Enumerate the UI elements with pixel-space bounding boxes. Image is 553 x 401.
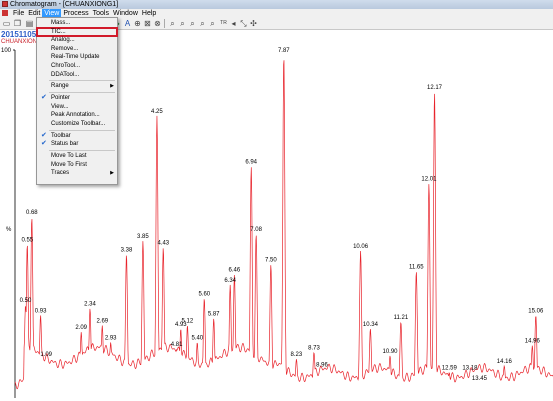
peak-label: 0.68 — [26, 210, 38, 216]
view-menu-item-chrotool[interactable]: ChroTool... — [37, 62, 117, 70]
peak-label: 15.06 — [528, 308, 544, 314]
peak-label: 14.16 — [497, 359, 513, 365]
peak-label: 13.45 — [472, 376, 488, 382]
peak-label: 4.43 — [157, 241, 169, 247]
peak-label: 11.21 — [394, 315, 409, 321]
submenu-arrow-icon: ▶ — [110, 83, 114, 90]
menu-item-label: Remove... — [51, 45, 79, 52]
menu-separator — [49, 80, 115, 82]
menu-item-label: View... — [51, 103, 69, 110]
view-menu-item-mass[interactable]: Mass... — [37, 19, 117, 27]
submenu-arrow-icon: ▶ — [110, 170, 114, 177]
menu-item-label: Analog... — [51, 37, 75, 44]
checkmark-icon: ✔ — [41, 94, 47, 102]
peak-label: 0.93 — [35, 308, 47, 314]
peak-label: 7.50 — [265, 258, 277, 264]
peak-label: 11.65 — [409, 264, 424, 270]
menu-item-label: ChroTool... — [51, 63, 81, 69]
menu-item-label: Mass... — [51, 20, 71, 26]
view-menu-item-move-to-first[interactable]: Move To First — [37, 161, 117, 169]
menu-separator — [49, 150, 115, 151]
view-menu-item-pointer[interactable]: ✔ Pointer — [37, 94, 117, 102]
peak-label: 6.34 — [224, 278, 236, 284]
view-menu-item-status-bar[interactable]: ✔ Status bar — [37, 140, 117, 148]
menu-item-label: Move To First — [51, 161, 87, 168]
peak-label: 2.34 — [84, 302, 96, 308]
peak-label: 8.73 — [308, 345, 320, 351]
menu-item-label: Peak Annotation... — [51, 112, 100, 119]
peak-label: 5.60 — [198, 291, 210, 297]
view-menu-item-toolbar[interactable]: ✔ Toolbar — [37, 132, 117, 140]
peak-label: 5.40 — [191, 335, 203, 341]
peak-label: 6.94 — [245, 160, 257, 166]
menu-item-label: Real-Time Update — [51, 54, 100, 61]
peak-label: 2.09 — [75, 325, 87, 331]
view-menu-item-real-time-update[interactable]: Real-Time Update — [37, 53, 117, 61]
view-menu-item-traces[interactable]: Traces ▶ — [37, 169, 117, 177]
view-menu-item-peak-annotation[interactable]: Peak Annotation... — [37, 111, 117, 119]
menu-item-label: Customize Toolbar... — [51, 121, 106, 127]
menu-separator — [49, 92, 115, 93]
checkmark-icon: ✔ — [41, 131, 47, 139]
menu-item-label: TIC... — [51, 28, 66, 35]
view-menu-item-range[interactable]: Range ▶ — [37, 82, 117, 90]
peak-label: 7.87 — [278, 48, 290, 54]
menu-item-label: Move To Last — [51, 153, 87, 160]
peak-label: 2.69 — [96, 318, 108, 324]
peak-label: 0.50 — [20, 298, 32, 304]
peak-label: 3.38 — [121, 247, 133, 253]
peak-label: 6.46 — [229, 268, 241, 274]
peak-label: 0.55 — [21, 237, 33, 243]
view-menu-item-analog[interactable]: Analog... — [37, 36, 117, 44]
checkmark-icon: ✔ — [41, 140, 47, 148]
peak-label: 12.59 — [442, 366, 458, 372]
peak-label: 13.18 — [462, 366, 478, 372]
view-menu-item-remove[interactable]: Remove... — [37, 45, 117, 53]
peak-label: 14.96 — [525, 339, 541, 345]
peak-label: 5.87 — [208, 312, 220, 318]
peak-label: 2.93 — [105, 335, 117, 341]
menu-item-label: DDATool... — [51, 71, 80, 78]
peak-label: 8.23 — [291, 352, 303, 358]
view-menu-item-view[interactable]: View... — [37, 103, 117, 111]
peak-label: 12.01 — [421, 176, 437, 182]
view-menu-item-move-to-last[interactable]: Move To Last — [37, 152, 117, 160]
peak-label: 10.06 — [353, 244, 369, 250]
view-menu-item-tic[interactable]: TIC... — [36, 26, 118, 37]
menu-separator — [49, 129, 115, 131]
peak-label: 12.17 — [427, 85, 443, 91]
peak-label: 8.96 — [316, 362, 328, 368]
peak-label: 4.25 — [151, 109, 163, 115]
menu-item-label: Toolbar — [51, 132, 71, 139]
peak-label: 10.34 — [363, 322, 379, 328]
peak-label: 1.09 — [40, 352, 52, 358]
view-menu-item-ddatool[interactable]: DDATool... — [37, 71, 117, 79]
view-menu-item-customize-toolbar[interactable]: Customize Toolbar... — [37, 120, 117, 128]
menu-item-label: Range — [51, 83, 69, 90]
menu-item-label: Traces — [51, 170, 70, 177]
menu-item-label: Pointer — [51, 95, 71, 102]
peak-label: 4.81 — [171, 342, 183, 348]
menu-item-label: Status bar — [51, 141, 79, 148]
view-menu-dropdown: Mass... TIC... Analog... Remove... Real-Time… — [36, 17, 118, 185]
peak-label: 3.85 — [137, 234, 149, 240]
peak-label: 10.90 — [382, 349, 398, 355]
peak-label: 5.12 — [182, 318, 194, 324]
peak-label: 7.08 — [250, 227, 262, 233]
